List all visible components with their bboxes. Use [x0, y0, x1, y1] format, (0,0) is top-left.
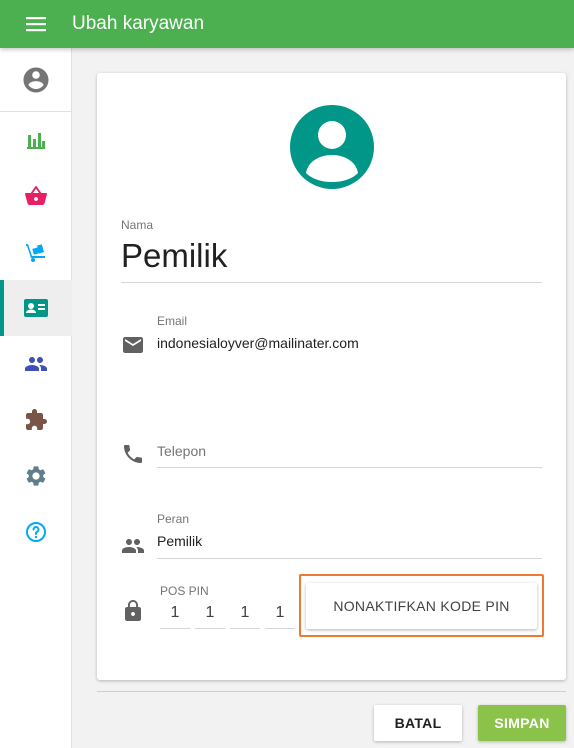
sidebar-item-account[interactable]	[0, 52, 72, 108]
pin-digit-2[interactable]: 1	[195, 597, 225, 629]
dolly-icon	[26, 244, 45, 262]
email-value: indonesialoyver@mailinater.com	[157, 335, 359, 351]
footer-divider	[97, 691, 566, 692]
employee-avatar[interactable]	[290, 105, 374, 189]
sidebar-item-inventory[interactable]	[0, 224, 72, 280]
person-icon	[306, 121, 358, 182]
people-icon	[122, 539, 144, 553]
page-title: Ubah karyawan	[72, 13, 205, 34]
disable-pin-button[interactable]: NONAKTIFKAN KODE PIN	[306, 583, 537, 629]
phone-underline	[157, 467, 542, 468]
phone-input[interactable]: Telepon	[157, 443, 206, 459]
pin-digit-3[interactable]: 1	[230, 597, 260, 629]
phone-icon	[124, 445, 142, 463]
sidebar-item-help[interactable]	[0, 504, 72, 560]
puzzle-icon	[26, 409, 47, 430]
role-label: Peran	[157, 512, 190, 526]
sidebar-item-settings[interactable]	[0, 448, 72, 504]
pin-label: POS PIN	[160, 584, 209, 598]
save-button[interactable]: SIMPAN	[478, 705, 566, 741]
name-label: Nama	[121, 218, 154, 232]
employee-card-icon	[24, 299, 48, 317]
pin-digit-4[interactable]: 1	[265, 597, 295, 629]
sidebar-item-reports[interactable]	[0, 112, 72, 168]
sidebar	[0, 48, 72, 748]
basket-icon	[25, 185, 47, 205]
sidebar-item-sales[interactable]	[0, 168, 72, 224]
help-icon	[26, 522, 46, 542]
menu-button[interactable]	[0, 0, 72, 48]
name-input[interactable]: Pemilik	[121, 237, 227, 275]
people-icon	[25, 357, 47, 371]
bar-chart-icon	[27, 133, 45, 149]
name-underline	[121, 282, 542, 283]
role-underline	[157, 558, 542, 559]
gear-icon	[26, 466, 46, 486]
menu-icon	[26, 17, 46, 32]
pin-digit-1[interactable]: 1	[160, 597, 190, 629]
account-circle-icon	[23, 67, 49, 93]
app-bar: Ubah karyawan	[0, 0, 574, 48]
sidebar-item-employees[interactable]	[0, 280, 72, 336]
cancel-button[interactable]: BATAL	[374, 705, 462, 741]
lock-icon	[125, 600, 141, 621]
email-label: Email	[157, 314, 188, 328]
sidebar-item-integrations[interactable]	[0, 392, 72, 448]
sidebar-item-customers[interactable]	[0, 336, 72, 392]
employee-form-card: Nama Pemilik Email indonesialoyver@maili…	[97, 73, 566, 680]
role-select[interactable]: Pemilik	[157, 533, 202, 549]
email-icon	[123, 337, 143, 353]
